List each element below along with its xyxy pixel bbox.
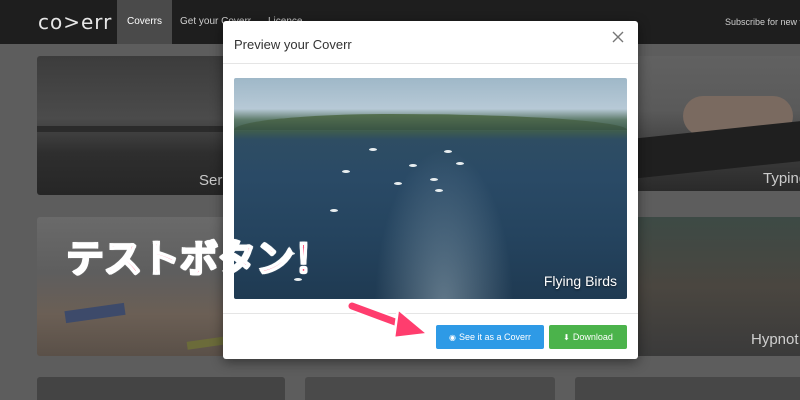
- eye-icon: ◉: [448, 333, 456, 342]
- video-card-label: Typing: [763, 170, 800, 187]
- modal-title: Preview your Coverr: [234, 37, 352, 52]
- video-card[interactable]: Hypnot: [635, 217, 800, 356]
- video-card-label: Hypnot: [751, 331, 799, 348]
- nav-item-coverrs[interactable]: Coverrs: [117, 0, 173, 44]
- bird-shape: [342, 170, 350, 173]
- close-icon[interactable]: [610, 31, 626, 47]
- bird-shape: [369, 148, 377, 151]
- bird-shape: [435, 189, 443, 192]
- annotation-text: テストボタン！: [65, 236, 333, 282]
- bird-shape: [394, 182, 402, 185]
- bird-shape: [430, 178, 438, 181]
- bird-shape: [444, 150, 452, 153]
- video-card[interactable]: [305, 377, 555, 400]
- see-it-as-coverr-button[interactable]: ◉ See it as a Coverr: [436, 325, 544, 349]
- coverr-logo[interactable]: co>err: [38, 10, 112, 34]
- see-it-as-coverr-label: See it as a Coverr: [458, 332, 531, 342]
- bird-shape: [456, 162, 464, 165]
- download-label: Download: [572, 332, 613, 342]
- download-button[interactable]: ⬇ Download: [549, 325, 627, 349]
- modal-divider: [223, 63, 638, 64]
- preview-caption: Flying Birds: [543, 273, 617, 289]
- download-icon: ⬇: [563, 333, 570, 342]
- subscribe-link[interactable]: Subscribe for new v: [725, 0, 800, 44]
- bird-shape: [409, 164, 417, 167]
- bird-shape: [330, 209, 338, 212]
- video-card[interactable]: [37, 377, 285, 400]
- annotation-arrow-icon: [348, 300, 430, 340]
- video-card[interactable]: [575, 377, 800, 400]
